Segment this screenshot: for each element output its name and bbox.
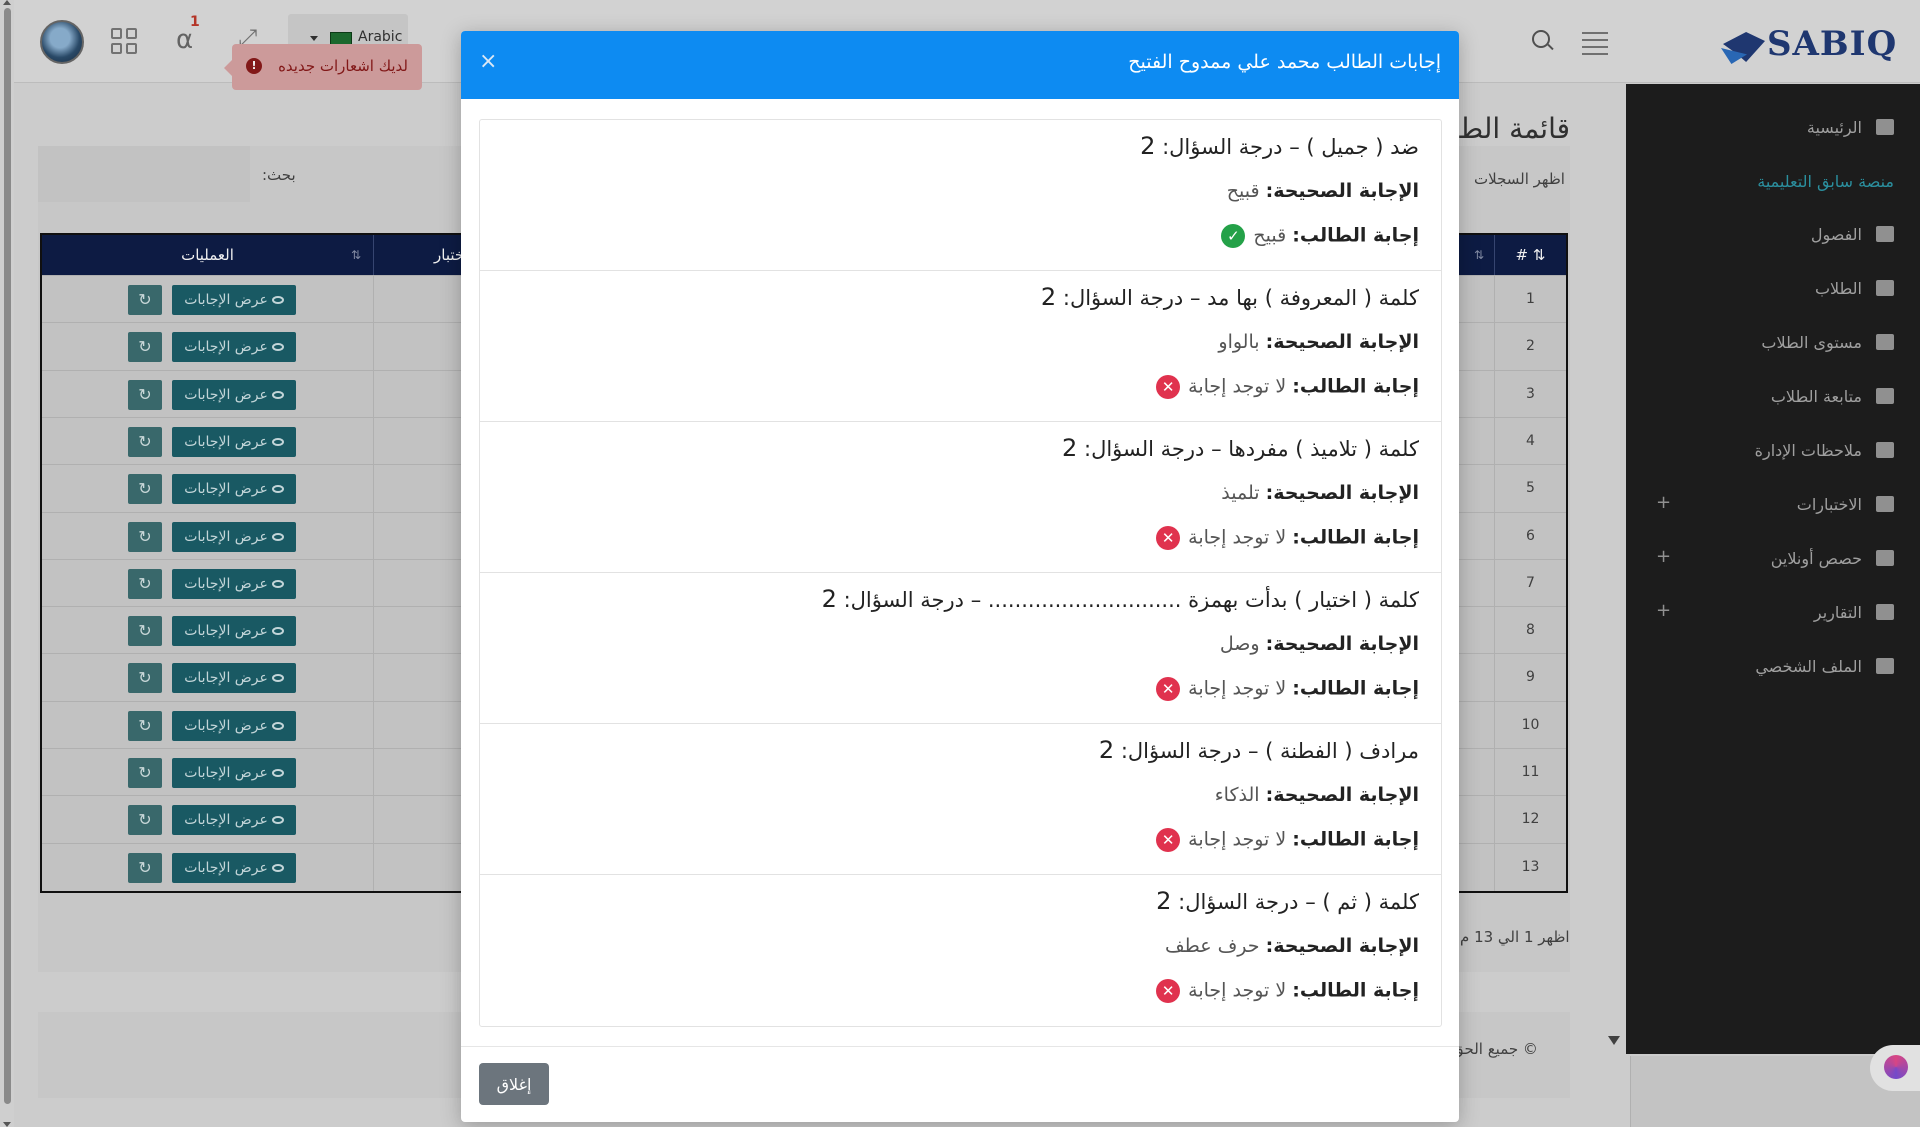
question-grade: 2: [1040, 283, 1057, 311]
x-circle-icon: ✕: [1156, 979, 1181, 1003]
answers-modal: إجابات الطالب محمد علي ممدوح الفتيح × ضد…: [461, 31, 1459, 1122]
correct-answer: الإجابة الصحيحة: قبيح: [1226, 180, 1419, 202]
question-text: كلمة ( ثم ) – درجة السؤال: 2: [1156, 887, 1419, 915]
scrollbar-thumb[interactable]: [4, 8, 11, 1104]
close-button[interactable]: إغلاق: [479, 1063, 549, 1105]
student-answer: إجابة الطالب: لا توجد إجابة✕: [1156, 375, 1419, 399]
correct-answer: الإجابة الصحيحة: حرف عطف: [1164, 935, 1419, 957]
x-circle-icon: ✕: [1156, 828, 1181, 852]
question-text: كلمة ( تلاميذ ) مفردها – درجة السؤال: 2: [1062, 434, 1419, 462]
question-grade: 2: [1062, 434, 1078, 462]
question-text: كلمة ( المعروفة ) بها مد – درجة السؤال: …: [1040, 283, 1419, 311]
question-item: كلمة ( تلاميذ ) مفردها – درجة السؤال: 2 ا…: [480, 422, 1441, 573]
student-answer: إجابة الطالب: لا توجد إجابة✕: [1156, 979, 1419, 1003]
question-text: كلمة ( اختيار ) بدأت بهمزة .............…: [821, 585, 1419, 613]
x-circle-icon: ✕: [1156, 677, 1181, 701]
correct-answer: الإجابة الصحيحة: وصل: [1219, 633, 1419, 655]
question-item: كلمة ( ثم ) – درجة السؤال: 2 الإجابة الصح…: [480, 875, 1441, 1026]
modal-header: إجابات الطالب محمد علي ممدوح الفتيح ×: [461, 31, 1459, 99]
modal-footer: إغلاق: [461, 1046, 1459, 1122]
student-answer: إجابة الطالب: لا توجد إجابة✕: [1156, 526, 1419, 550]
question-grade: 2: [1156, 887, 1172, 915]
question-text: مرادف ( الفطنة ) – درجة السؤال: 2: [1098, 736, 1419, 764]
x-circle-icon: ✕: [1156, 375, 1181, 399]
close-icon[interactable]: ×: [479, 49, 497, 74]
student-answer: إجابة الطالب: لا توجد إجابة✕: [1156, 828, 1419, 852]
correct-answer: الإجابة الصحيحة: تلميذ: [1221, 482, 1419, 504]
question-grade: 2: [1098, 736, 1115, 764]
check-circle-icon: ✓: [1221, 224, 1246, 248]
window-scrollbar[interactable]: [0, 0, 14, 1127]
question-grade: 2: [1140, 132, 1156, 160]
correct-answer: الإجابة الصحيحة: الذكاء: [1214, 784, 1419, 806]
question-item: مرادف ( الفطنة ) – درجة السؤال: 2 الإجابة…: [480, 724, 1441, 875]
student-answer: إجابة الطالب: لا توجد إجابة✕: [1156, 677, 1419, 701]
scroll-up-arrow-icon[interactable]: [3, 0, 11, 5]
questions-list: ضد ( جميل ) – درجة السؤال: 2 الإجابة الصح…: [479, 119, 1442, 1027]
question-item: كلمة ( اختيار ) بدأت بهمزة .............…: [480, 573, 1441, 724]
question-grade: 2: [821, 585, 837, 613]
correct-answer: الإجابة الصحيحة: بالواو: [1218, 331, 1419, 353]
question-item: كلمة ( المعروفة ) بها مد – درجة السؤال: …: [480, 271, 1441, 422]
question-text: ضد ( جميل ) – درجة السؤال: 2: [1140, 132, 1419, 160]
student-answer: إجابة الطالب: قبيح✓: [1221, 224, 1419, 248]
modal-title: إجابات الطالب محمد علي ممدوح الفتيح: [1128, 51, 1441, 73]
question-item: ضد ( جميل ) – درجة السؤال: 2 الإجابة الصح…: [480, 120, 1441, 271]
scroll-down-arrow-icon[interactable]: [3, 1122, 11, 1127]
x-circle-icon: ✕: [1156, 526, 1181, 550]
